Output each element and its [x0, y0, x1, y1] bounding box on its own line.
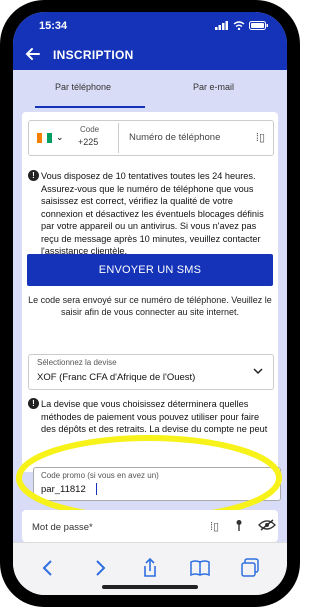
tab-phone[interactable]: Par téléphone [55, 82, 111, 92]
signal-icon [215, 21, 228, 30]
wifi-icon [233, 21, 245, 30]
password-manager-icon[interactable]: ⁞▯ [210, 520, 219, 533]
back-icon[interactable] [37, 557, 59, 579]
chevron-down-icon [253, 368, 263, 375]
phone-info: ! Vous disposez de 10 tentatives toutes … [28, 170, 272, 258]
info-icon: ! [28, 170, 39, 181]
phone-number-input[interactable]: Numéro de téléphone [129, 132, 220, 143]
screen: 15:34 INSCRIPTION Par téléphone Par e-ma… [13, 12, 287, 595]
app-header: INSCRIPTION [13, 40, 287, 70]
currency-select[interactable]: Sélectionnez la devise XOF (Franc CFA d'… [28, 354, 274, 390]
share-icon[interactable] [139, 557, 161, 579]
status-time: 15:34 [39, 20, 68, 32]
currency-label: Sélectionnez la devise [37, 358, 117, 367]
sms-note: Le code sera envoyé sur ce numéro de tél… [28, 295, 272, 317]
battery-icon [249, 21, 268, 30]
phone-frame: 15:34 INSCRIPTION Par téléphone Par e-ma… [0, 0, 300, 607]
status-icons [215, 21, 269, 30]
eye-off-icon[interactable] [258, 519, 276, 531]
password-label: Mot de passe* [32, 522, 93, 533]
country-code-value: +225 [78, 137, 99, 147]
country-code-label: Code [80, 125, 100, 134]
registration-tabs: Par téléphone Par e-mail [13, 70, 287, 110]
password-field[interactable]: Mot de passe* ⁞▯ [22, 510, 278, 542]
phone-number-field: ⌄ Code +225 Numéro de téléphone ⁞▯ [28, 120, 274, 156]
info-icon: ! [28, 398, 39, 409]
country-code-field[interactable]: Code +225 [72, 125, 118, 151]
key-icon[interactable] [234, 519, 244, 531]
active-tab-indicator [35, 106, 145, 108]
page-title: INSCRIPTION [53, 48, 134, 62]
bookmarks-icon[interactable] [189, 557, 211, 579]
status-bar: 15:34 [13, 12, 287, 40]
country-flag-icon[interactable] [37, 133, 52, 143]
send-sms-button[interactable]: ENVOYER UN SMS [27, 254, 273, 286]
forward-icon[interactable] [89, 557, 111, 579]
chevron-down-icon[interactable]: ⌄ [56, 132, 64, 143]
tab-email[interactable]: Par e-mail [193, 82, 234, 92]
tabs-icon[interactable] [239, 557, 261, 579]
back-arrow-icon[interactable] [23, 44, 43, 64]
field-divider [118, 123, 119, 153]
home-indicator [102, 585, 198, 589]
password-manager-icon[interactable]: ⁞▯ [256, 131, 265, 144]
currency-value: XOF (Franc CFA d'Afrique de l'Ouest) [37, 372, 196, 383]
phone-info-text: Vous disposez de 10 tentatives toutes le… [41, 171, 264, 256]
